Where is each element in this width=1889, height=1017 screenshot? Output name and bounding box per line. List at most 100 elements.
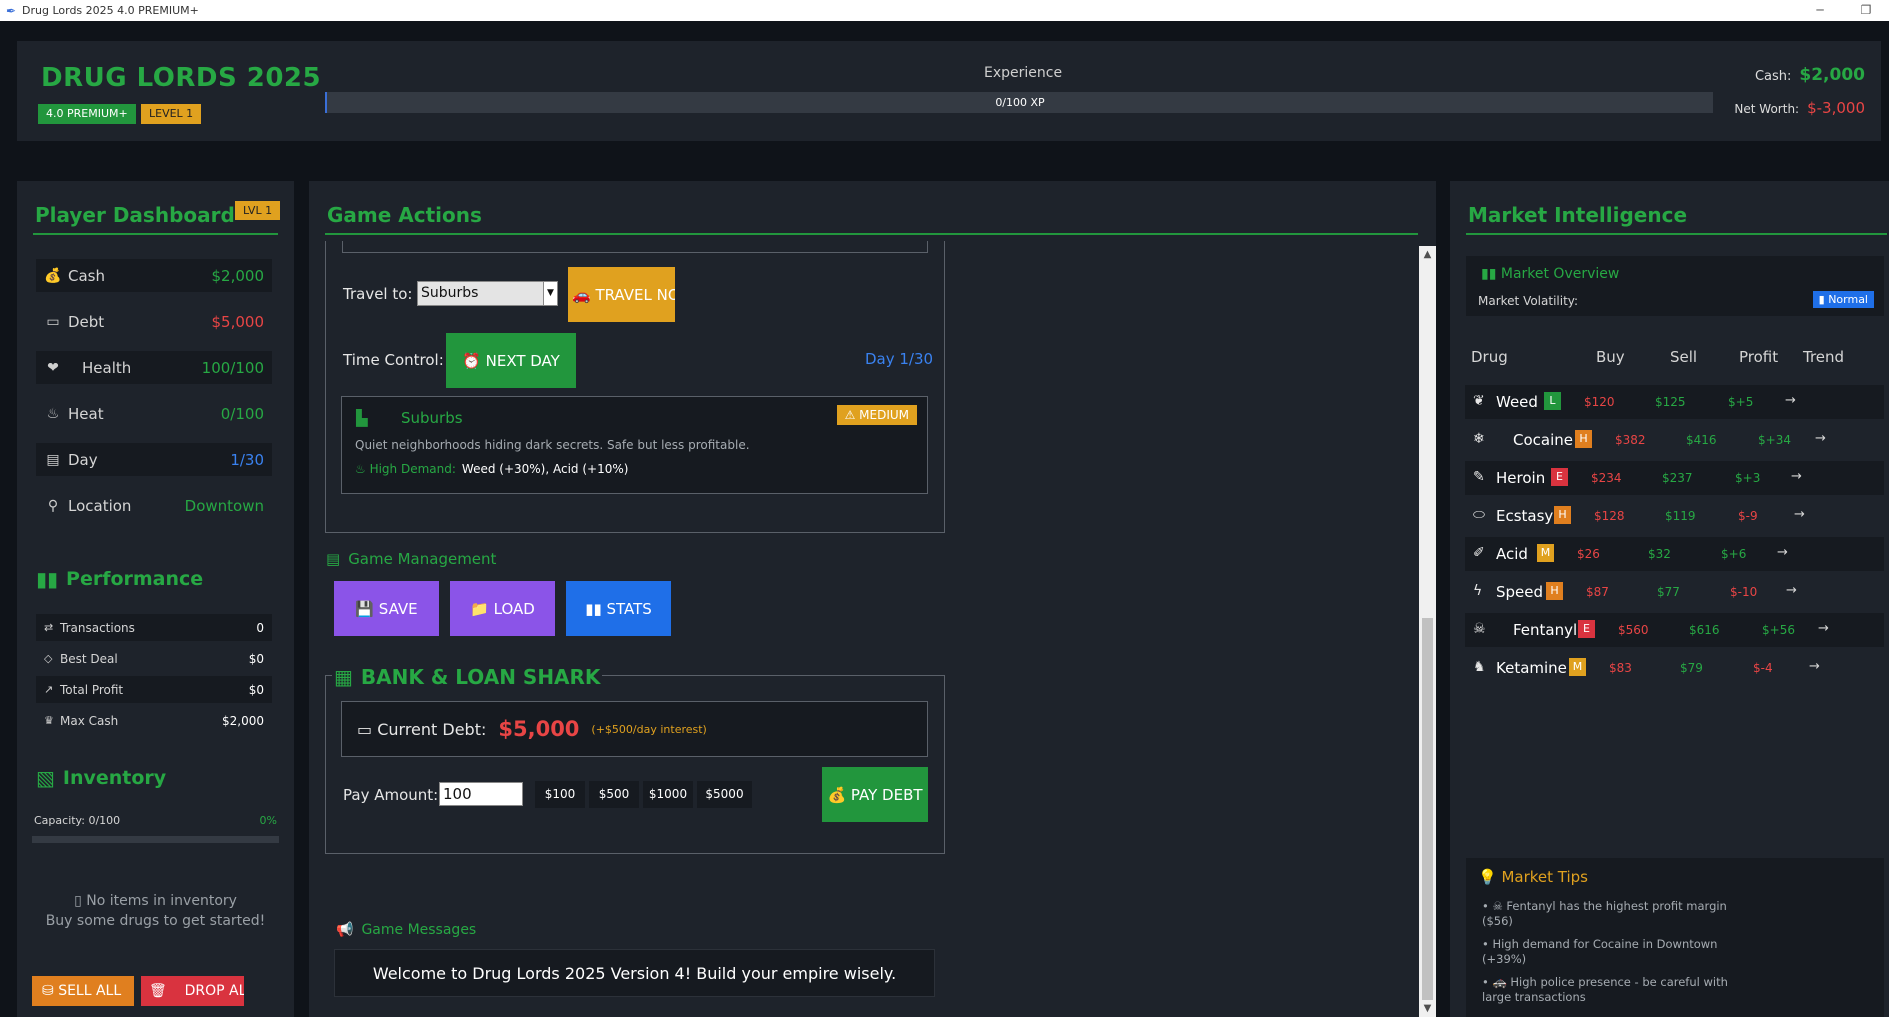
bar-chart-icon: ▮▮	[1481, 266, 1501, 282]
buy-price: $234	[1591, 471, 1622, 485]
sell-price: $125	[1655, 395, 1686, 409]
bank-title: ▦ BANK & LOAN SHARK	[332, 665, 603, 689]
quick-pay-5000-button[interactable]: $5000	[697, 781, 752, 808]
pay-debt-button[interactable]: 💰 PAY DEBT	[822, 767, 928, 822]
game-title: DRUG LORDS 2025	[41, 63, 322, 93]
perf-label: Transactions	[60, 620, 135, 635]
game-messages-title-text: Game Messages	[361, 922, 477, 938]
perf-label: Max Cash	[60, 713, 119, 728]
heart-icon: ❤	[47, 359, 59, 376]
car-icon: 🚗	[572, 285, 596, 304]
restore-button[interactable]: ❐	[1843, 0, 1889, 21]
player-dashboard-panel: Player Dashboard LVL 1 💰 Cash $2,000 ▭ D…	[17, 181, 294, 1017]
day-counter: Day 1/30	[865, 350, 934, 368]
market-overview-title-text: Market Overview	[1500, 266, 1620, 282]
stat-value: 1/30	[230, 450, 264, 469]
sell-price: $119	[1665, 509, 1696, 523]
horse-icon: ♞	[1473, 659, 1486, 675]
col-header-profit: Profit	[1739, 348, 1779, 366]
market-intelligence-title: Market Intelligence	[1468, 203, 1688, 227]
window-title: Drug Lords 2025 4.0 PREMIUM+	[22, 4, 199, 17]
next-day-button[interactable]: ⏰ NEXT DAY	[446, 333, 576, 388]
bar-chart-icon: ▮	[1818, 293, 1829, 306]
volatility-value: Normal	[1828, 293, 1868, 306]
market-row-speed[interactable]: ϟ Speed H $87 $77 $-10 →	[1465, 575, 1884, 609]
inventory-title-text: Inventory	[62, 767, 167, 789]
drug-name: Weed	[1496, 393, 1538, 411]
buy-price: $382	[1615, 433, 1646, 447]
quick-pay-1000-button[interactable]: $1000	[643, 781, 693, 808]
trend-arrow: →	[1777, 545, 1788, 560]
stat-label: Heat	[68, 404, 104, 423]
stat-row-health: ❤ Health 100/100	[36, 351, 272, 384]
load-button[interactable]: 📁 LOAD	[450, 581, 555, 636]
travel-destination-select[interactable]: Suburbs ▼	[417, 281, 558, 306]
chart-up-icon: ↗	[44, 683, 54, 696]
capacity-label: Capacity: 0/100	[34, 814, 121, 827]
drop-all-button[interactable]: 🗑 DROP ALL	[141, 976, 244, 1006]
megaphone-icon: 📢	[336, 922, 354, 938]
profit-value: $+6	[1721, 547, 1747, 561]
feather-icon: ✒	[5, 3, 17, 18]
window-titlebar: ✒ Drug Lords 2025 4.0 PREMIUM+ ─ ❐	[0, 0, 1889, 21]
xp-label: Experience	[984, 65, 1063, 81]
trend-arrow: →	[1815, 431, 1826, 446]
quick-pay-500-button[interactable]: $500	[589, 781, 639, 808]
sell-price: $237	[1662, 471, 1693, 485]
tier-badge: E	[1551, 468, 1568, 486]
buy-price: $120	[1584, 395, 1615, 409]
profit-value: $-4	[1753, 661, 1773, 675]
market-row-heroin[interactable]: ✎ Heroin E $234 $237 $+3 →	[1465, 461, 1884, 495]
stats-button[interactable]: ▮▮ STATS	[566, 581, 671, 636]
save-button[interactable]: 💾 SAVE	[334, 581, 439, 636]
money-bag-icon: 💰	[44, 267, 62, 284]
market-row-fentanyl[interactable]: ☠ Fentanyl E $560 $616 $+56 →	[1465, 613, 1884, 647]
travel-now-label: TRAVEL NOW	[595, 285, 675, 304]
game-management-title: ▤ Game Management	[326, 550, 496, 568]
market-row-acid[interactable]: ✐ Acid M $26 $32 $+6 →	[1465, 537, 1884, 571]
minimize-button[interactable]: ─	[1797, 0, 1843, 21]
quick-pay-100-button[interactable]: $100	[535, 781, 585, 808]
game-management-title-text: Game Management	[348, 550, 497, 568]
scrollbar-thumb[interactable]	[1422, 618, 1433, 1000]
travel-now-button[interactable]: 🚗 TRAVEL NOW	[568, 267, 675, 322]
title-underline	[1466, 233, 1887, 235]
market-row-weed[interactable]: ❦ Weed L $120 $125 $+5 →	[1465, 385, 1884, 419]
market-row-cocaine[interactable]: ❄ Cocaine H $382 $416 $+34 →	[1465, 423, 1884, 457]
market-row-ecstasy[interactable]: ⬭ Ecstasy H $128 $119 $-9 →	[1465, 499, 1884, 533]
trend-arrow: →	[1785, 393, 1796, 408]
sell-all-button[interactable]: ⛁ SELL ALL	[32, 976, 134, 1006]
perf-label: Best Deal	[60, 651, 118, 666]
market-row-ketamine[interactable]: ♞ Ketamine M $83 $79 $-4 →	[1465, 651, 1884, 685]
scroll-down-icon[interactable]: ▼	[1419, 1000, 1436, 1017]
stats-label: STATS	[606, 599, 652, 618]
next-day-label: NEXT DAY	[485, 351, 560, 370]
leaf-icon: ❦	[1473, 393, 1485, 409]
performance-title: ▮▮ Performance	[36, 567, 203, 591]
location-card: ▙ Suburbs ⚠ MEDIUM Quiet neighborhoods h…	[341, 396, 928, 494]
title-underline	[33, 233, 278, 235]
perf-value: $2,000	[222, 713, 264, 728]
xp-text: 0/100 XP	[995, 96, 1045, 109]
time-control-label: Time Control:	[343, 351, 444, 369]
bar-chart-icon: ▮▮	[36, 567, 59, 591]
stat-value: 100/100	[201, 358, 264, 377]
sell-price: $79	[1680, 661, 1703, 675]
map-pin-icon: ⚲	[47, 497, 59, 514]
trend-arrow: →	[1791, 469, 1802, 484]
vertical-scrollbar[interactable]: ▲ ▼	[1419, 246, 1436, 1017]
drug-name: Cocaine	[1513, 431, 1573, 449]
fire-icon: ♨	[355, 462, 370, 476]
pay-amount-input[interactable]: 100	[439, 782, 523, 806]
inventory-title: ▧ Inventory	[36, 766, 166, 790]
calendar-icon: ▤	[46, 451, 60, 468]
col-header-trend: Trend	[1803, 348, 1845, 366]
risk-level: MEDIUM	[859, 408, 909, 422]
drug-name: Fentanyl	[1513, 621, 1578, 639]
market-tips-title: 💡 Market Tips	[1478, 868, 1588, 886]
travel-label: Travel to:	[343, 285, 413, 303]
scroll-up-icon[interactable]: ▲	[1419, 246, 1436, 263]
profit-value: $+3	[1735, 471, 1761, 485]
stat-label: Cash	[68, 266, 105, 285]
performance-title-text: Performance	[66, 568, 204, 590]
